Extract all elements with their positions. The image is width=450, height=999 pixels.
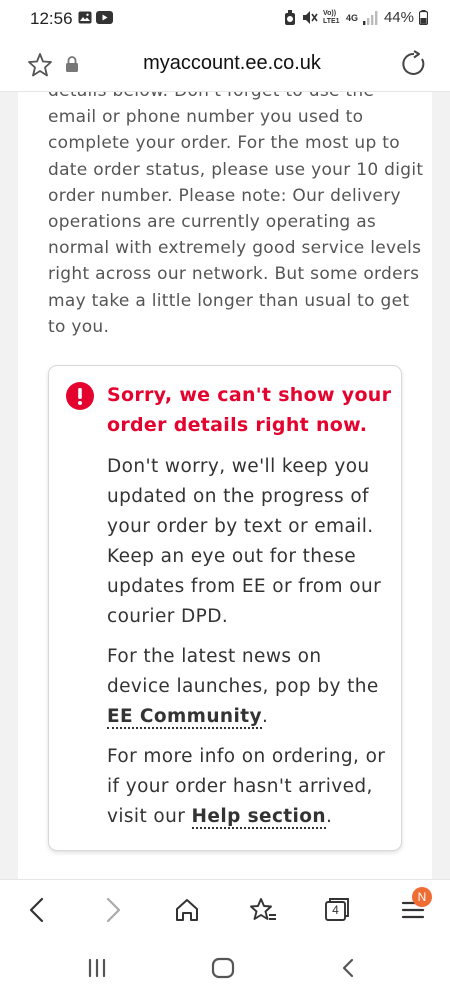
gallery-notification-icon [78, 11, 92, 24]
status-time: 12:56 [30, 9, 73, 28]
alert-paragraph: Don't worry, we'll keep you updated on t… [107, 452, 397, 632]
alert-paragraph: For the latest news on device launches, … [107, 642, 397, 732]
intro-line: to you. [48, 316, 110, 337]
tabs-count: 4 [332, 903, 339, 917]
status-left-icons [78, 11, 113, 24]
order-error-alert: Sorry, we can't show your order details … [48, 365, 402, 851]
youtube-notification-icon [96, 11, 113, 24]
url-bar: myaccount.ee.co.uk [0, 40, 450, 92]
alert-line: EE Community. [107, 702, 397, 732]
browser-toolbar: 4 [0, 879, 450, 941]
tabs-button[interactable]: 4 [323, 895, 351, 923]
alert-line: visit our Help section. [107, 802, 397, 832]
recent-apps-icon[interactable] [86, 957, 108, 979]
punctuation: . [325, 806, 333, 827]
intro-line: date order status, please use your 10 di… [48, 159, 424, 180]
alert-line: your order by text or email. [107, 516, 374, 537]
status-right-icons: Vo)) LTE1 4G 44% [283, 9, 428, 26]
home-icon[interactable] [173, 896, 201, 924]
intro-line: may take a little longer than usual to g… [48, 290, 410, 311]
intro-line: normal with extremely good service level… [48, 238, 422, 259]
battery-icon [419, 10, 428, 25]
alert-line: For the latest news on [107, 646, 322, 667]
alert-exclamation-icon [66, 382, 94, 410]
intro-line: email or phone number you used to [48, 107, 364, 128]
intro-line: right across our network. But some order… [48, 264, 420, 285]
back-arrow-icon[interactable] [26, 896, 48, 924]
alert-line: updates from EE or from our [107, 576, 382, 597]
reload-icon[interactable] [400, 50, 428, 78]
home-nav-icon[interactable] [211, 957, 235, 979]
alert-body: Don't worry, we'll keep you updated on t… [107, 452, 397, 842]
alarm-icon [284, 9, 295, 25]
alert-line: device launches, pop by the [107, 676, 379, 697]
order-intro-text: details below. Don't forget to use the e… [48, 92, 424, 340]
alert-title-line: Sorry, we can't show your [107, 384, 392, 406]
alert-line: Don't worry, we'll keep you [107, 456, 370, 477]
status-bar: 12:56 Vo)) LTE1 4G 44% [0, 0, 450, 40]
punctuation: . [261, 706, 269, 727]
signal-icon [362, 10, 378, 25]
alert-title: Sorry, we can't show your order details … [107, 380, 397, 440]
alert-line: For more info on ordering, or [107, 746, 386, 767]
alert-line: updated on the progress of [107, 486, 369, 507]
url-text[interactable]: myaccount.ee.co.uk [0, 52, 450, 75]
intro-line: order number. Please note: Our delivery [48, 185, 401, 206]
alert-paragraph: For more info on ordering, or if your or… [107, 742, 397, 832]
android-nav-bar [0, 941, 450, 999]
alert-title-line: order details right now. [107, 414, 368, 436]
ee-community-link[interactable]: EE Community [107, 706, 262, 729]
volte-label: Vo)) LTE1 [322, 9, 340, 25]
battery-percent: 44% [383, 9, 414, 26]
intro-line: details below. Don't forget to use the [48, 92, 418, 104]
forward-arrow-icon[interactable] [102, 896, 124, 924]
back-nav-icon[interactable] [338, 957, 358, 979]
help-prefix: visit our [107, 806, 192, 827]
mute-icon [302, 11, 318, 24]
intro-line: complete your order. For the most up to [48, 133, 400, 154]
help-section-link[interactable]: Help section [191, 806, 326, 829]
network-label: 4G [345, 12, 358, 23]
alert-line: courier DPD. [107, 606, 229, 627]
alert-line: if your order hasn't arrived, [107, 776, 373, 797]
menu-notification-badge: N [412, 887, 432, 907]
intro-line: operations are currently operating as [48, 212, 377, 233]
web-page: details below. Don't forget to use the e… [0, 92, 450, 879]
alert-line: Keep an eye out for these [107, 546, 357, 567]
bookmarks-icon[interactable] [248, 896, 278, 924]
